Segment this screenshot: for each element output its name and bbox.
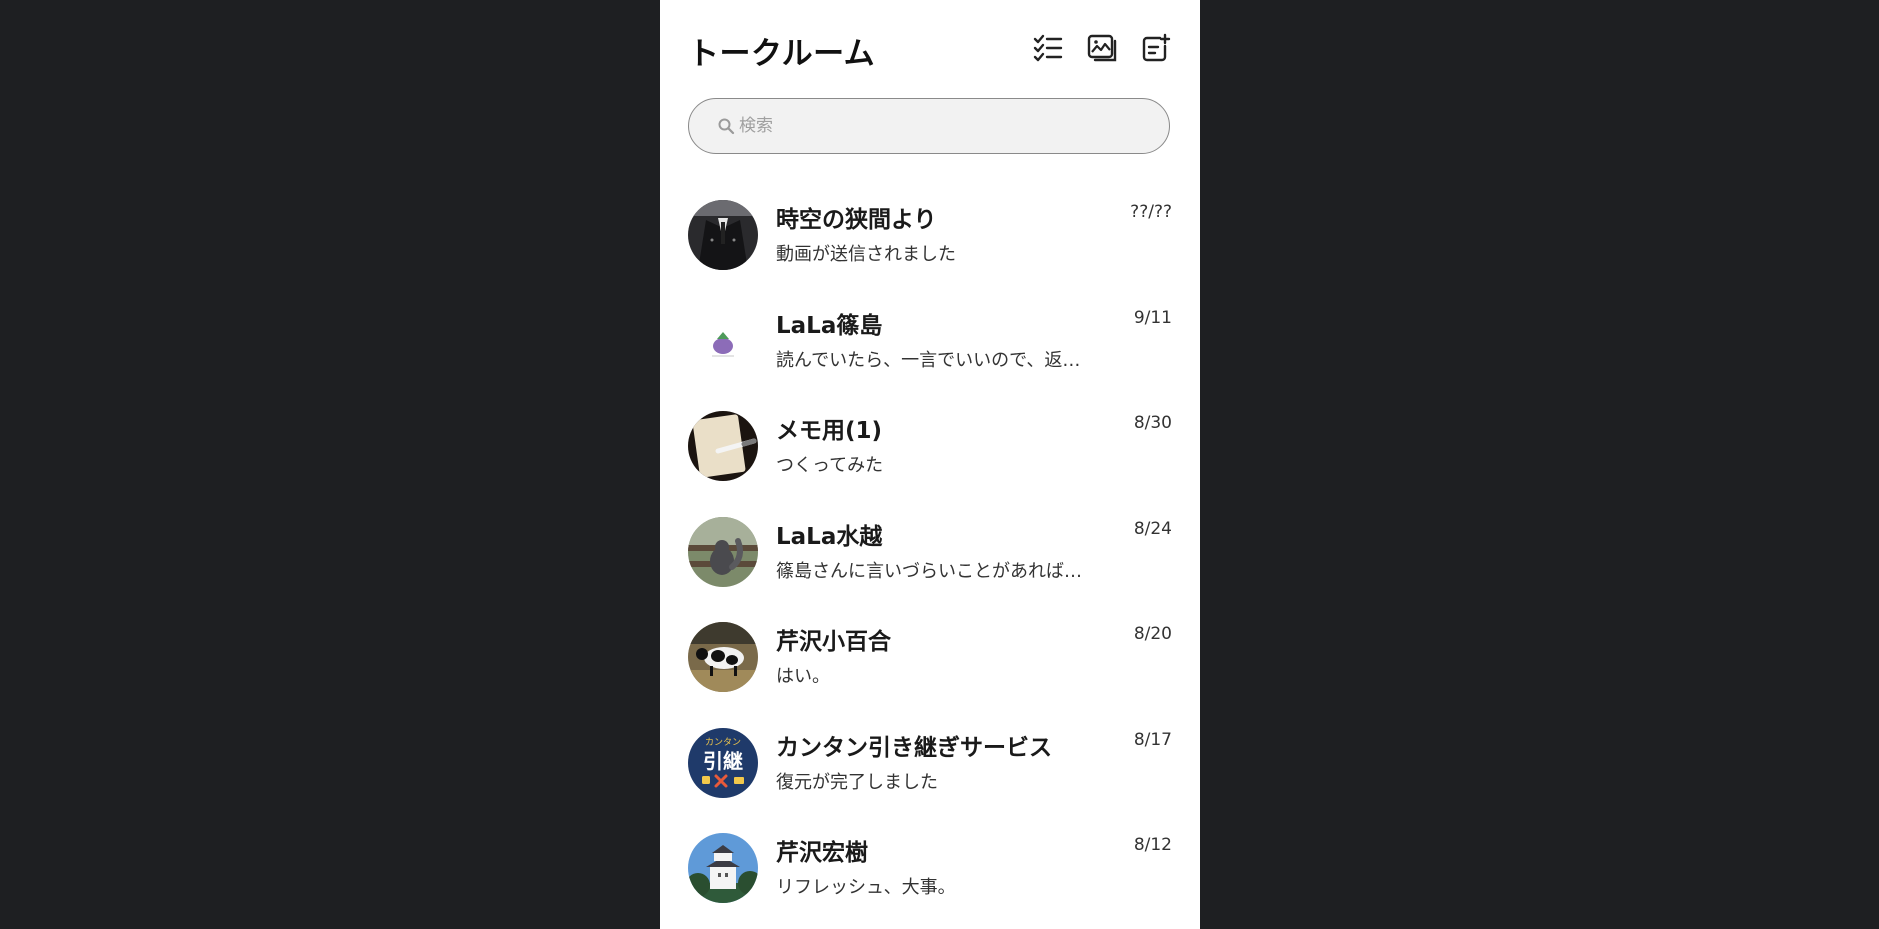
chat-row[interactable]: カンタン 引継 カンタン引き継ぎサービス 復元が完了しました 8/17 [688, 720, 1172, 826]
chat-preview: 復元が完了しました [776, 771, 938, 793]
avatar [688, 622, 758, 692]
search-input[interactable] [739, 116, 1139, 136]
chat-row[interactable]: LaLa篠島 読んでいたら、一言でいいので、返信ください 9/11 [688, 298, 1172, 404]
chat-row[interactable]: 芹沢小百合 はい。 8/20 [688, 614, 1172, 720]
chat-row[interactable]: メモ用(1) つくってみた 8/30 [688, 403, 1172, 509]
chat-preview: はい。 [776, 666, 830, 687]
chat-preview: 篠島さんに言いづらいことがあれば教えてください [776, 560, 1094, 582]
chat-name: 時空の狭間より [776, 207, 937, 233]
chat-date: 9/11 [1133, 307, 1172, 328]
avatar [688, 516, 758, 587]
transfer-service-logo: カンタン 引継 [688, 727, 758, 798]
chat-name: 芹沢小百合 [776, 629, 891, 655]
chat-name: LaLa水越 [776, 523, 883, 550]
logo-caption-text: カンタン [705, 737, 741, 748]
chat-name: メモ用(1) [776, 418, 883, 444]
chat-name: カンタン引き継ぎサービス [776, 734, 1052, 761]
header: トークルーム [688, 22, 1172, 78]
page-title: トークルーム [688, 36, 876, 72]
chat-date: 8/30 [1133, 413, 1172, 433]
talk-room-screen: トークルーム 検索 時空の狭間より 動画が送信されました ??/?? LaLa篠… [660, 0, 1200, 929]
chat-preview: つくってみた [776, 455, 884, 476]
avatar [688, 200, 758, 270]
chat-date: 8/12 [1133, 835, 1172, 855]
image-gallery-icon[interactable] [1086, 32, 1118, 64]
chat-preview: 動画が送信されました [776, 244, 956, 265]
logo-main-text: 引継 [703, 749, 743, 773]
search-icon [717, 117, 735, 135]
chat-preview: 読んでいたら、一言でいいので、返信ください [776, 349, 1094, 371]
new-chat-icon[interactable] [1140, 32, 1172, 64]
chat-date: 8/20 [1133, 624, 1172, 644]
avatar [688, 833, 758, 903]
search-bar[interactable] [688, 98, 1170, 154]
chat-name: LaLa篠島 [776, 312, 883, 339]
chat-preview: リフレッシュ、大事。 [776, 877, 956, 898]
chat-row[interactable]: LaLa水越 篠島さんに言いづらいことがあれば教えてください 8/24 [688, 509, 1172, 615]
header-actions [1032, 32, 1172, 64]
chat-date: ??/?? [1130, 202, 1172, 222]
chat-date: 8/24 [1133, 518, 1172, 539]
chat-list: 時空の狭間より 動画が送信されました ??/?? LaLa篠島 読んでいたら、一… [688, 192, 1172, 929]
checklist-icon[interactable] [1032, 32, 1064, 64]
avatar [688, 411, 758, 481]
chat-name: 芹沢宏樹 [776, 840, 868, 866]
chat-row[interactable]: 時空の狭間より 動画が送信されました ??/?? [688, 192, 1172, 298]
chat-date: 8/17 [1133, 729, 1172, 750]
chat-row[interactable]: 芹沢宏樹 リフレッシュ、大事。 8/12 [688, 825, 1172, 929]
avatar [688, 305, 758, 376]
